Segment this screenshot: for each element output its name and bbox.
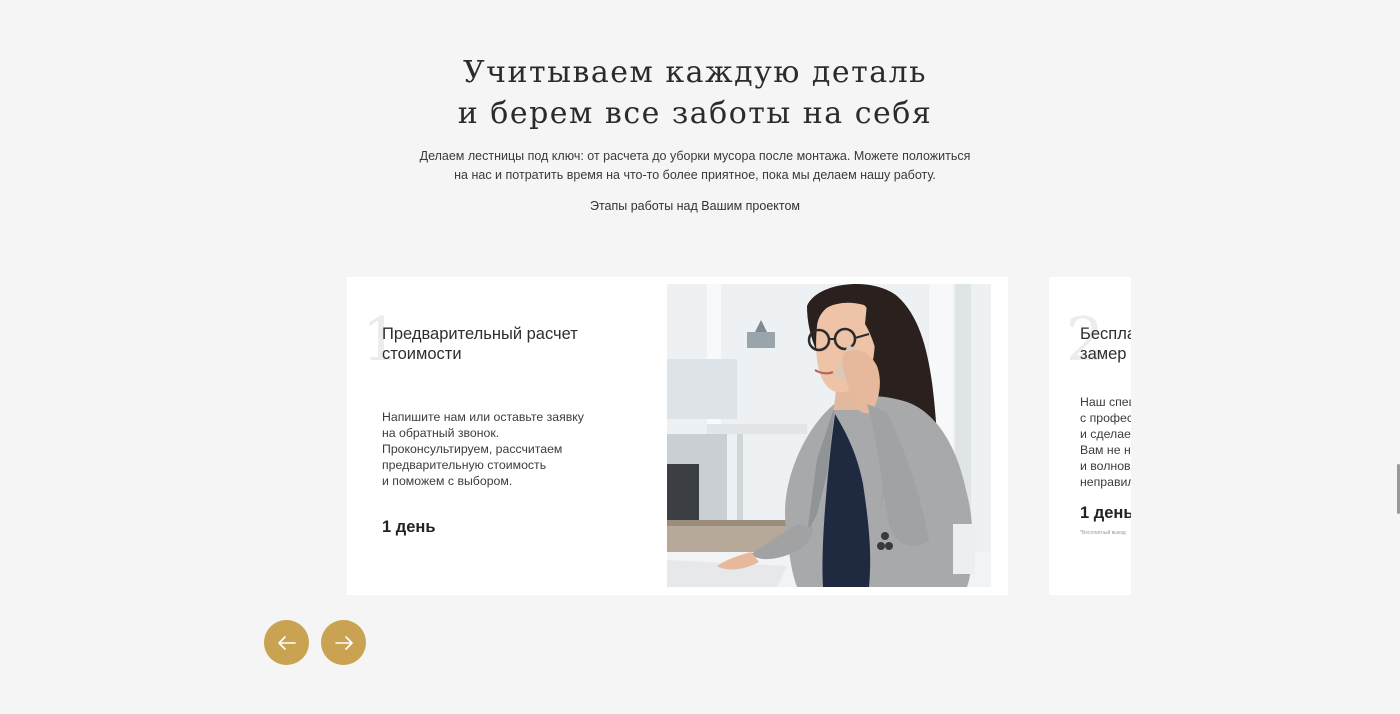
step-title-line-2: стоимости — [382, 345, 462, 363]
step-card-2: 2 Бесплатный замер Наш специалист с проф… — [1049, 277, 1131, 595]
step-text-line: неправильно — [1080, 475, 1131, 489]
section-lead-line-1: Делаем лестницы под ключ: от расчета до … — [419, 149, 971, 163]
section-lead: Делаем лестницы под ключ: от расчета до … — [395, 147, 995, 185]
page: Учитываем каждую деталь и берем все забо… — [0, 0, 1400, 714]
step-text-line: и сделает — [1080, 427, 1131, 441]
step-title: Предварительный расчет стоимости — [382, 324, 578, 364]
step-description: Напишите нам или оставьте заявку на обра… — [382, 409, 584, 489]
prev-slide-button[interactable] — [264, 620, 309, 665]
step-title-line-1: Бесплатный — [1080, 325, 1131, 343]
section-lead-line-2: на нас и потратить время на что-то более… — [454, 168, 936, 182]
step-text-line: Проконсультируем, рассчитаем — [382, 442, 563, 456]
arrow-right-icon — [321, 635, 366, 650]
step-title-line-1: Предварительный расчет — [382, 325, 578, 343]
step-text-line: с профессиональным — [1080, 411, 1131, 425]
step-card-1: 1 Предварительный расчет стоимости Напиш… — [347, 277, 1008, 595]
step-text-line: Наш специалист — [1080, 395, 1131, 409]
section-title: Учитываем каждую деталь и берем все забо… — [0, 52, 1390, 134]
step-footnote: *Бесплатный выезд — [1080, 530, 1126, 536]
step-title-line-2: замер — [1080, 345, 1127, 363]
step-text-line: и волноваться — [1080, 459, 1131, 473]
step-duration: 1 день — [382, 518, 436, 536]
step-description: Наш специалист с профессиональным и сдел… — [1080, 394, 1131, 490]
arrow-left-icon — [264, 635, 309, 650]
section-title-line-1: Учитываем каждую деталь — [463, 55, 927, 90]
step-text-line: и поможем с выбором. — [382, 474, 513, 488]
step-text-line: на обратный звонок. — [382, 426, 500, 440]
step-text-line: Вам не нужно — [1080, 443, 1131, 457]
step-duration: 1 день — [1080, 504, 1131, 522]
woman-on-phone-photo — [667, 284, 991, 587]
section-title-line-2: и берем все заботы на себя — [457, 96, 933, 131]
page-scrollbar[interactable] — [1396, 0, 1400, 714]
step-title: Бесплатный замер — [1080, 324, 1131, 364]
step-text-line: Напишите нам или оставьте заявку — [382, 410, 584, 424]
step-text-line: предварительную стоимость — [382, 458, 547, 472]
next-slide-button[interactable] — [321, 620, 366, 665]
stages-label: Этапы работы над Вашим проектом — [589, 199, 801, 213]
